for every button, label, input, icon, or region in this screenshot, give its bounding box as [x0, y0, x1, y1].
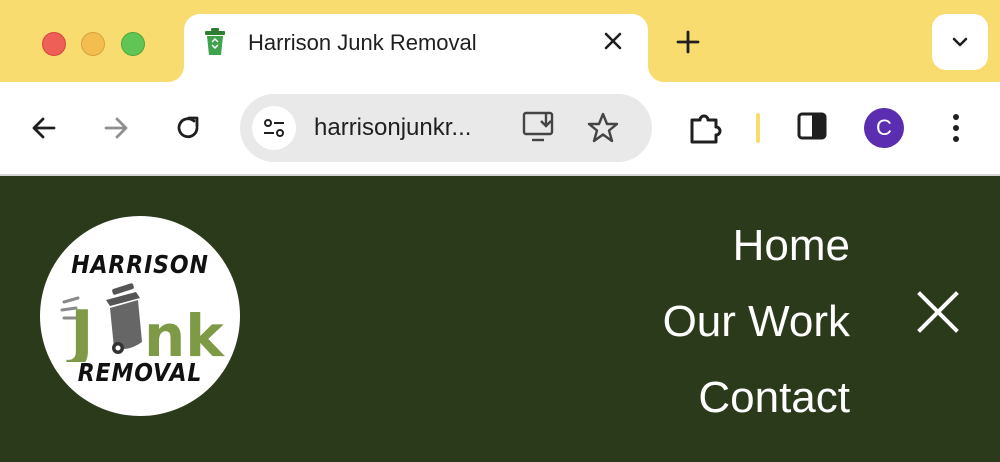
tab-title: Harrison Junk Removal — [248, 30, 477, 55]
bookmark-star-icon[interactable] — [586, 111, 620, 145]
tab-close-icon[interactable] — [600, 28, 626, 54]
active-tab[interactable]: Harrison Junk Removal — [184, 14, 648, 82]
new-tab-plus-icon[interactable] — [674, 28, 702, 56]
install-app-icon[interactable] — [522, 110, 558, 144]
nav-link-our-work[interactable]: Our Work — [663, 284, 850, 360]
nav-link-contact[interactable]: Contact — [663, 360, 850, 436]
browser-toolbar: harrisonjunkr... C — [0, 82, 1000, 174]
forward-arrow-icon[interactable] — [98, 110, 134, 146]
extensions-icon[interactable] — [686, 108, 726, 148]
more-vert-icon[interactable] — [944, 110, 968, 146]
reload-icon[interactable] — [170, 110, 206, 146]
url-text[interactable]: harrisonjunkr... — [314, 114, 471, 142]
logo-letters-nk: nk — [144, 302, 225, 362]
window-close-button[interactable] — [42, 32, 66, 56]
back-arrow-icon[interactable] — [26, 110, 62, 146]
site-settings-icon[interactable] — [252, 106, 296, 150]
page-header: HARRISON J nk REMOVAL Home Our Work Cont… — [0, 176, 1000, 462]
logo-line-harrison: HARRISON — [71, 250, 209, 279]
main-nav: Home Our Work Contact — [663, 208, 850, 436]
tab-strip: Harrison Junk Removal — [0, 0, 1000, 82]
window-maximize-button[interactable] — [121, 32, 145, 56]
side-panel-icon[interactable] — [796, 110, 828, 142]
tab-search-button[interactable] — [932, 14, 988, 70]
logo-junk-graphic: J nk — [56, 278, 226, 372]
chevron-down-icon — [952, 37, 968, 47]
site-logo[interactable]: HARRISON J nk REMOVAL — [40, 216, 240, 416]
close-menu-icon[interactable] — [916, 290, 960, 334]
window-minimize-button[interactable] — [81, 32, 105, 56]
logo-line-removal: REMOVAL — [77, 358, 203, 387]
profile-avatar[interactable]: C — [864, 108, 904, 148]
logo-letter-j: J — [66, 298, 94, 362]
recycle-bin-favicon-icon — [204, 28, 226, 56]
trash-can-icon — [106, 283, 142, 354]
address-bar[interactable]: harrisonjunkr... — [240, 94, 652, 162]
nav-link-home[interactable]: Home — [663, 208, 850, 284]
toolbar-divider — [756, 113, 760, 143]
